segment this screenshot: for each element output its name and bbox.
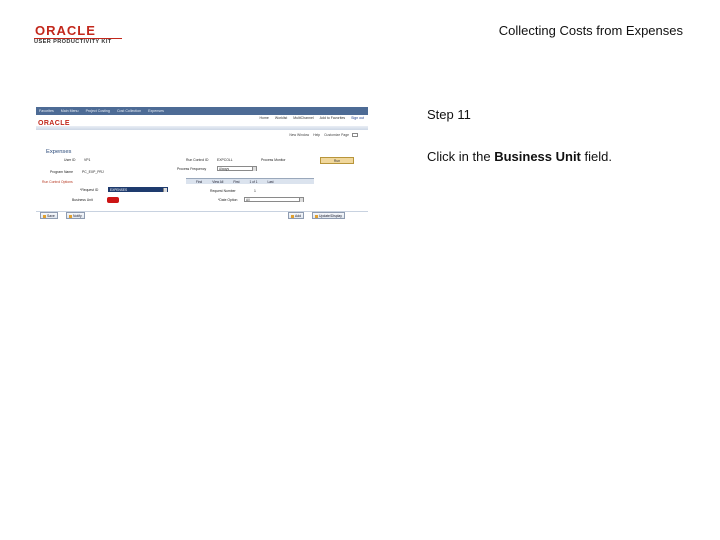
link-worklist[interactable]: Worklist	[275, 116, 287, 120]
chevron-down-icon[interactable]	[252, 167, 256, 171]
user-id-value: VP1	[84, 158, 91, 162]
request-id-select[interactable]: EXPENSES	[108, 187, 168, 192]
menu-item-project-costing[interactable]: Project Costing	[86, 109, 110, 113]
request-id-value: EXPENSES	[110, 188, 128, 192]
process-frequency-select[interactable]: Always	[217, 166, 257, 171]
logo-subtitle: USER PRODUCTIVITY KIT	[34, 39, 112, 45]
link-sign-out[interactable]: Sign out	[351, 116, 364, 120]
date-option-label: *Date Option	[218, 198, 238, 202]
menu-item-expenses[interactable]: Expenses	[148, 109, 164, 113]
chevron-down-icon[interactable]	[299, 198, 303, 202]
run-control-label: Run Control ID	[186, 158, 209, 162]
link-customize-page[interactable]: Customize Page	[324, 133, 349, 137]
oracle-upk-logo: ORACLE USER PRODUCTIVITY KIT	[34, 24, 124, 46]
program-name-label: Program Name	[50, 170, 73, 174]
date-option-select[interactable]: All	[244, 197, 304, 202]
menu-item-cost-collection[interactable]: Cost Collection	[117, 109, 141, 113]
program-name-value: PC_EXP_PRJ	[82, 170, 104, 174]
run-button[interactable]: Run	[320, 157, 354, 164]
peoplesoft-screenshot: Favorites Main Menu Project Costing Cost…	[36, 107, 368, 224]
process-frequency-value: Always	[219, 167, 230, 171]
save-icon	[43, 214, 46, 218]
date-option-value: All	[246, 198, 250, 202]
grid-first-link[interactable]: First	[233, 180, 239, 184]
update-icon	[315, 214, 318, 218]
menu-item-favorites[interactable]: Favorites	[39, 109, 54, 113]
grid-count: 1 of 1	[249, 179, 258, 184]
process-monitor-link[interactable]: Process Monitor	[261, 158, 286, 162]
menu-bar: Favorites Main Menu Project Costing Cost…	[36, 107, 368, 115]
notify-button[interactable]: Notify	[66, 212, 85, 219]
notify-icon	[69, 214, 72, 218]
notify-label: Notify	[73, 214, 82, 218]
update-display-label: Update/Display	[319, 214, 342, 218]
top-links: Home Worklist MultiChannel Add to Favori…	[254, 116, 365, 120]
user-id-label: User ID	[64, 158, 76, 162]
business-unit-label: Business Unit	[72, 198, 93, 202]
link-home[interactable]: Home	[260, 116, 269, 120]
step-number: Step 11	[427, 107, 471, 122]
grid-navigation: Find View All First 1 of 1 Last	[186, 178, 314, 184]
instruction-field-name: Business Unit	[494, 149, 581, 164]
grid-find-link[interactable]: Find	[196, 180, 202, 184]
add-label: Add	[295, 214, 302, 218]
chevron-down-icon[interactable]	[163, 188, 167, 192]
page-heading: Expenses	[46, 149, 72, 155]
step-instruction: Click in the Business Unit field.	[427, 149, 612, 164]
link-add-favorites[interactable]: Add to Favorites	[320, 116, 345, 120]
instruction-suffix: field.	[580, 149, 612, 164]
grid-last-link[interactable]: Last	[268, 180, 274, 184]
save-label: Save	[47, 214, 55, 218]
request-number-value: 1	[254, 189, 256, 193]
slide-title: Collecting Costs from Expenses	[498, 23, 683, 38]
sub-bar	[36, 126, 368, 130]
instruction-prefix: Click in the	[427, 149, 495, 164]
run-control-value: EXPCOLL	[217, 158, 233, 162]
http-icon[interactable]	[352, 133, 358, 137]
link-multichannel[interactable]: MultiChannel	[293, 116, 313, 120]
link-help[interactable]: Help	[313, 133, 320, 137]
business-unit-field-highlight[interactable]	[107, 197, 119, 203]
process-frequency-label: Process Frequency	[177, 167, 207, 171]
link-new-window[interactable]: New Window	[289, 133, 309, 137]
run-control-options-label: Run Control Options	[42, 180, 73, 184]
request-number-label: Request Number	[210, 189, 236, 193]
logo-wordmark: ORACLE	[35, 23, 96, 38]
request-id-label: *Request ID	[80, 188, 99, 192]
menu-item-main-menu[interactable]: Main Menu	[61, 109, 79, 113]
page-links: New Window Help Customize Page	[285, 133, 358, 137]
update-display-button[interactable]: Update/Display	[312, 212, 345, 219]
grid-view-all-link[interactable]: View All	[212, 180, 223, 184]
add-icon	[291, 214, 294, 218]
add-button[interactable]: Add	[288, 212, 305, 219]
save-button[interactable]: Save	[40, 212, 58, 219]
